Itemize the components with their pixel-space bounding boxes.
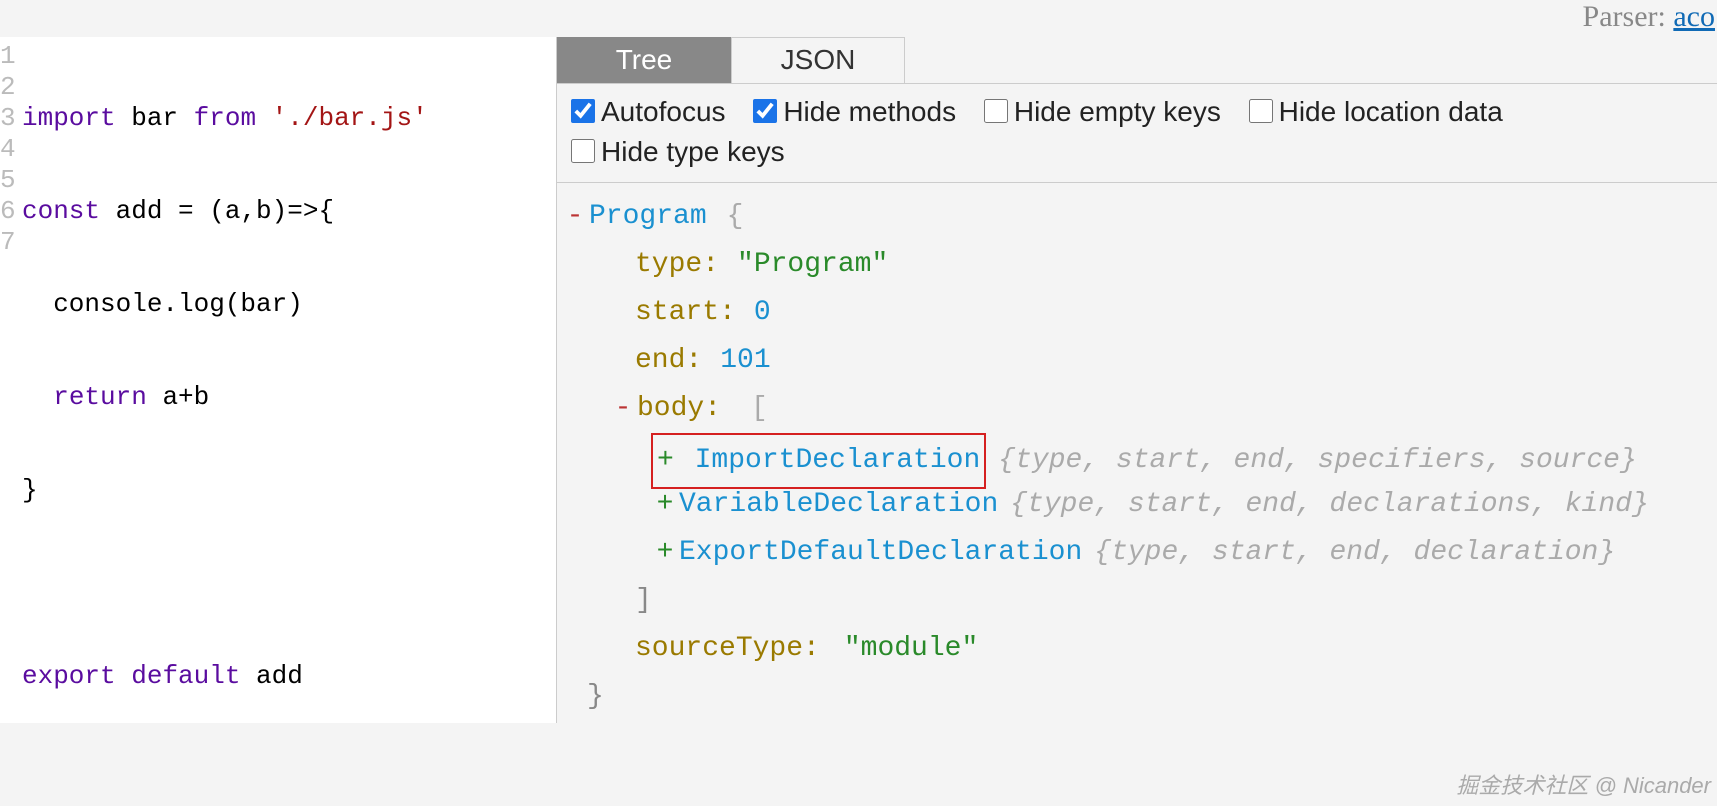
main-split: 1 2 3 4 5 6 7 import bar from './bar.js'…: [0, 37, 1717, 806]
prop-key: end:: [635, 337, 702, 385]
line-number: 6: [0, 196, 14, 227]
opt-autofocus[interactable]: Autofocus: [571, 96, 726, 127]
hide-empty-checkbox[interactable]: [984, 99, 1008, 123]
token-id: }: [22, 475, 38, 505]
tab-tree[interactable]: Tree: [557, 37, 731, 83]
parser-label: Parser:: [1583, 0, 1674, 33]
open-bracket: [: [751, 385, 768, 433]
close-brace: }: [587, 673, 604, 721]
parser-indicator: Parser: aco: [1583, 0, 1717, 34]
tree-row[interactable]: - body: [: [613, 385, 1717, 433]
token-keyword: import: [22, 103, 116, 133]
view-tabs: Tree JSON: [557, 37, 1717, 83]
hide-location-checkbox[interactable]: [1249, 99, 1273, 123]
tab-json[interactable]: JSON: [731, 37, 905, 83]
token-string: './bar.js': [256, 103, 428, 133]
token-keyword: default: [131, 661, 240, 691]
line-number: 5: [0, 165, 14, 196]
ast-panel: Tree JSON Autofocus Hide methods Hide em…: [557, 37, 1717, 806]
code-line: console.log(bar): [22, 289, 428, 320]
token-id: add = (a,b)=>{: [100, 196, 334, 226]
tree-row: end: 101: [635, 337, 1717, 385]
tree-row: }: [587, 673, 1717, 721]
token-keyword: export: [22, 661, 116, 691]
collapse-toggle[interactable]: -: [613, 385, 633, 433]
node-hint: {type, start, end, declarations, kind}: [1010, 481, 1649, 529]
watermark: 掘金技术社区 @ Nicander: [1456, 768, 1711, 800]
tree-row: start: 0: [635, 289, 1717, 337]
prop-value: "Program": [737, 241, 888, 289]
prop-key: sourceType:: [635, 625, 820, 673]
line-number: 7: [0, 227, 14, 258]
node-name[interactable]: ExportDefaultDeclaration: [679, 529, 1082, 577]
prop-key: type:: [635, 241, 719, 289]
prop-key: start:: [635, 289, 736, 337]
node-name[interactable]: ImportDeclaration: [695, 445, 981, 476]
token-id: bar: [116, 103, 194, 133]
opt-label: Hide methods: [783, 96, 956, 127]
expand-toggle[interactable]: +: [655, 529, 675, 577]
autofocus-checkbox[interactable]: [571, 99, 595, 123]
opt-hide-empty[interactable]: Hide empty keys: [984, 96, 1221, 127]
node-name[interactable]: VariableDeclaration: [679, 481, 998, 529]
token-keyword: return: [53, 382, 147, 412]
options-bar: Autofocus Hide methods Hide empty keys H…: [557, 83, 1717, 182]
opt-label: Autofocus: [601, 96, 726, 127]
code-body[interactable]: import bar from './bar.js' const add = (…: [18, 41, 428, 723]
opt-label: Hide empty keys: [1014, 96, 1221, 127]
code-line: }: [22, 475, 428, 506]
close-bracket: ]: [635, 577, 652, 625]
opt-label: Hide location data: [1279, 96, 1503, 127]
expand-toggle[interactable]: +: [655, 481, 675, 529]
expand-toggle[interactable]: +: [657, 445, 674, 476]
tree-row[interactable]: - Program {: [565, 193, 1717, 241]
token-keyword: const: [22, 196, 100, 226]
opt-label: Hide type keys: [601, 136, 785, 167]
code-line: return a+b: [22, 382, 428, 413]
code-editor[interactable]: 1 2 3 4 5 6 7 import bar from './bar.js'…: [0, 37, 557, 723]
line-number: 4: [0, 134, 14, 165]
token-id: add: [240, 661, 302, 691]
hide-type-checkbox[interactable]: [571, 139, 595, 163]
hide-methods-checkbox[interactable]: [753, 99, 777, 123]
node-hint: {type, start, end, specifiers, source}: [998, 437, 1637, 485]
tree-row: ]: [635, 577, 1717, 625]
line-number: 1: [0, 41, 14, 72]
line-gutter: 1 2 3 4 5 6 7: [0, 41, 18, 723]
code-line: [22, 568, 428, 599]
node-name[interactable]: Program: [589, 193, 707, 241]
token-indent: [22, 382, 53, 412]
token-keyword: from: [194, 103, 256, 133]
token-id: console.log(bar): [22, 289, 303, 319]
prop-value: 101: [720, 337, 770, 385]
opt-hide-type[interactable]: Hide type keys: [571, 136, 785, 167]
opt-hide-methods[interactable]: Hide methods: [753, 96, 956, 127]
tree-row: sourceType: "module": [635, 625, 1717, 673]
open-brace: {: [727, 193, 744, 241]
tree-row: type: "Program": [635, 241, 1717, 289]
code-line: import bar from './bar.js': [22, 103, 428, 134]
node-hint: {type, start, end, declaration}: [1094, 529, 1615, 577]
tree-row[interactable]: + ExportDefaultDeclaration {type, start,…: [655, 529, 1717, 577]
prop-key: body:: [637, 385, 721, 433]
tree-row[interactable]: + ImportDeclaration {type, start, end, s…: [655, 433, 1717, 481]
line-number: 2: [0, 72, 14, 103]
code-line: const add = (a,b)=>{: [22, 196, 428, 227]
line-number: 3: [0, 103, 14, 134]
token-id: a+b: [147, 382, 209, 412]
collapse-toggle[interactable]: -: [565, 193, 585, 241]
opt-hide-location[interactable]: Hide location data: [1249, 96, 1503, 127]
prop-value: "module": [844, 625, 978, 673]
ast-tree: - Program { type: "Program" start: 0 end…: [557, 182, 1717, 721]
parser-link[interactable]: aco: [1673, 0, 1715, 33]
tree-row[interactable]: + VariableDeclaration {type, start, end,…: [655, 481, 1717, 529]
token-space: [116, 661, 132, 691]
code-line: export default add: [22, 661, 428, 692]
prop-value: 0: [754, 289, 771, 337]
